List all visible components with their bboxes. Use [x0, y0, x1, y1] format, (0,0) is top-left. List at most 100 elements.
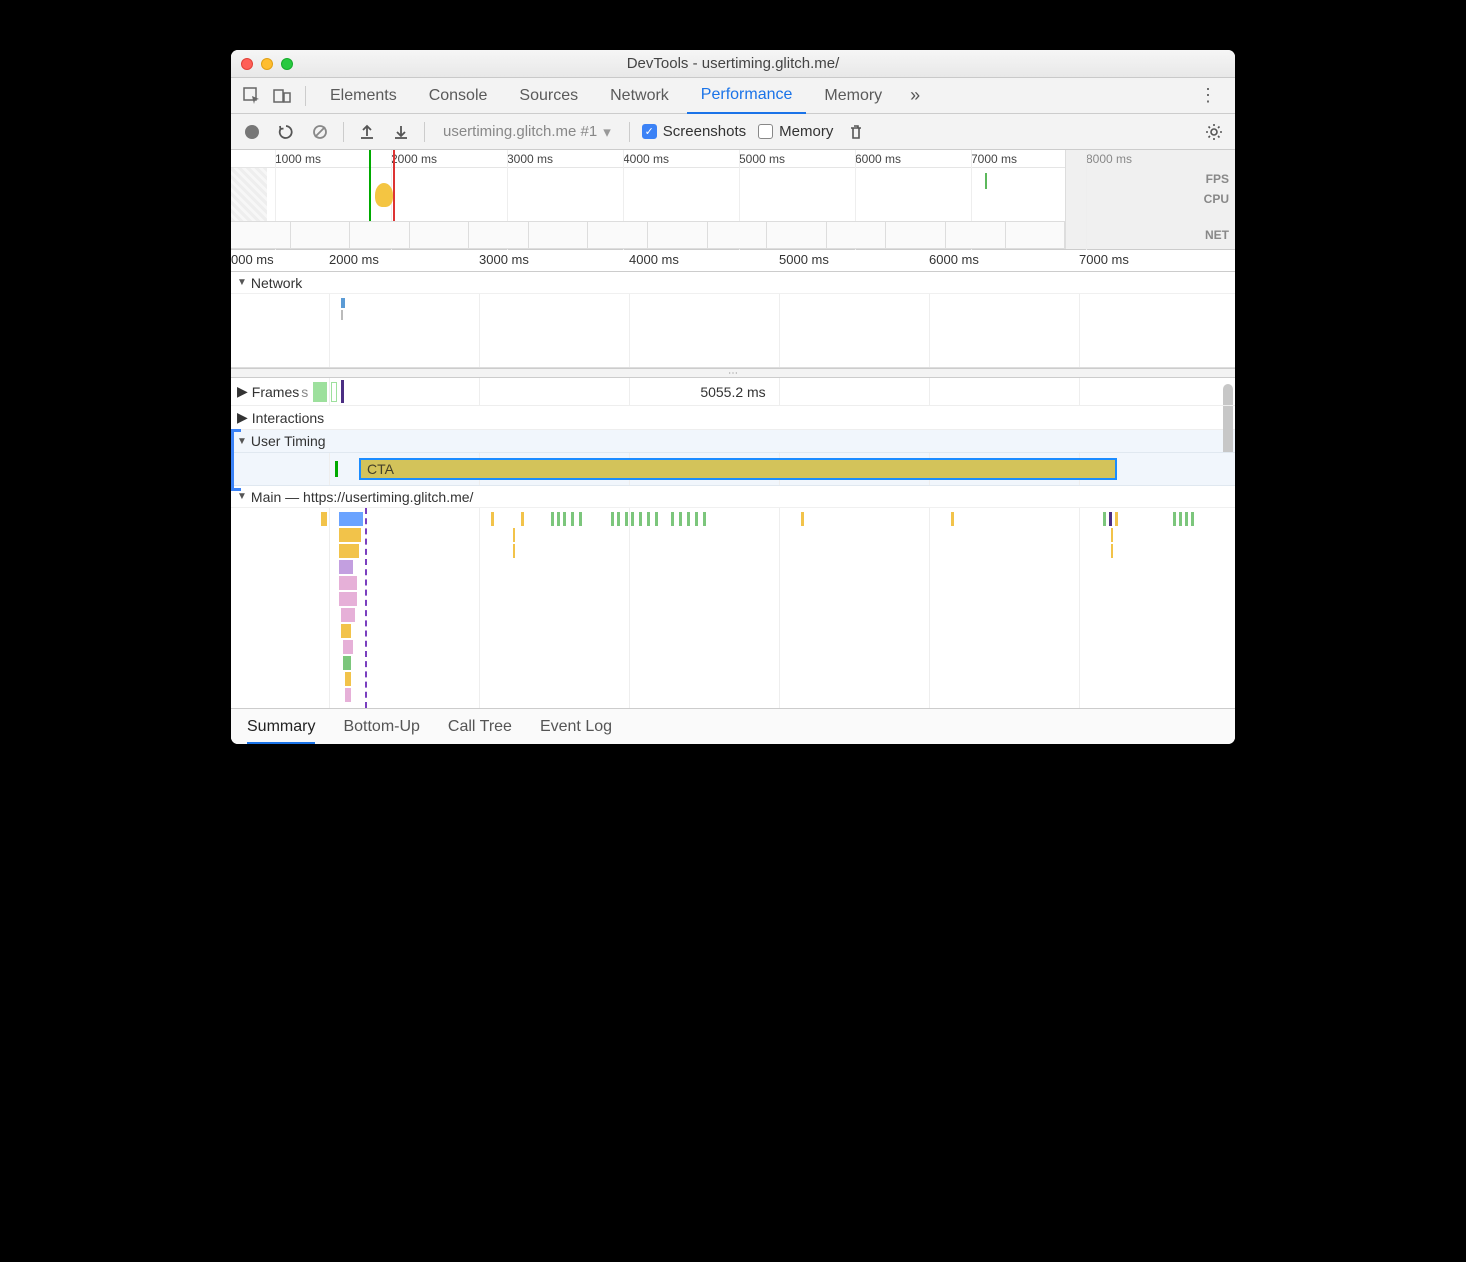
flame-event[interactable] [617, 512, 620, 526]
flame-event[interactable] [611, 512, 614, 526]
user-timing-track[interactable]: CTA [231, 452, 1235, 486]
tab-event-log[interactable]: Event Log [540, 709, 612, 745]
tab-memory[interactable]: Memory [810, 78, 896, 114]
flame-event[interactable] [339, 512, 363, 526]
clear-button[interactable] [309, 121, 331, 143]
flame-event[interactable] [339, 560, 353, 574]
flame-event[interactable] [343, 640, 353, 654]
flame-event[interactable] [679, 512, 682, 526]
devtools-menu-icon[interactable]: ⋮ [1189, 85, 1227, 106]
film-thumb[interactable] [349, 221, 410, 249]
flame-event[interactable] [801, 512, 804, 526]
film-thumb[interactable] [826, 221, 887, 249]
film-thumb[interactable] [587, 221, 648, 249]
flame-event[interactable] [551, 512, 554, 526]
timeline-overview[interactable]: 1000 ms 2000 ms 3000 ms 4000 ms 5000 ms … [231, 150, 1235, 250]
memory-checkbox[interactable]: Memory [758, 123, 833, 140]
load-profile-button[interactable] [356, 121, 378, 143]
flame-event[interactable] [1115, 512, 1118, 526]
tab-bottom-up[interactable]: Bottom-Up [343, 709, 419, 745]
flame-event[interactable] [951, 512, 954, 526]
flame-event[interactable] [1103, 512, 1106, 526]
network-request-bar[interactable] [341, 310, 343, 320]
user-timing-cta-bar[interactable]: CTA [359, 458, 1117, 480]
film-thumb[interactable] [945, 221, 1006, 249]
flame-event[interactable] [513, 544, 515, 558]
flame-event[interactable] [1111, 528, 1113, 542]
film-thumb[interactable] [290, 221, 351, 249]
tab-call-tree[interactable]: Call Tree [448, 709, 512, 745]
tab-network[interactable]: Network [596, 78, 683, 114]
flame-event[interactable] [343, 656, 351, 670]
film-thumb[interactable] [231, 221, 291, 249]
flame-event[interactable] [1111, 544, 1113, 558]
flame-event[interactable] [339, 592, 357, 606]
flame-event[interactable] [1185, 512, 1188, 526]
flame-event[interactable] [341, 608, 355, 622]
more-tabs-button[interactable]: » [900, 85, 930, 106]
frame-bar[interactable] [313, 382, 327, 402]
pane-splitter[interactable]: ⋯ [231, 368, 1235, 378]
flame-event[interactable] [579, 512, 582, 526]
save-profile-button[interactable] [390, 121, 412, 143]
flame-event[interactable] [513, 528, 515, 542]
tab-sources[interactable]: Sources [505, 78, 592, 114]
film-thumb[interactable] [468, 221, 529, 249]
film-thumb[interactable] [1005, 221, 1066, 249]
device-toolbar-icon[interactable] [269, 83, 295, 109]
screenshots-checkbox[interactable]: ✓ Screenshots [642, 123, 746, 140]
flame-event[interactable] [557, 512, 560, 526]
flame-event[interactable] [1191, 512, 1194, 526]
flame-event[interactable] [341, 624, 351, 638]
screenshot-filmstrip[interactable] [231, 221, 1065, 249]
flame-event[interactable] [687, 512, 690, 526]
collect-garbage-button[interactable] [845, 121, 867, 143]
frame-bar[interactable] [331, 382, 337, 402]
frames-track[interactable]: ▶ Framess 5055.2 ms [231, 378, 1235, 406]
network-request-bar[interactable] [341, 298, 345, 308]
flame-event[interactable] [625, 512, 628, 526]
flame-event[interactable] [339, 528, 361, 542]
flame-event[interactable] [339, 576, 357, 590]
tab-performance[interactable]: Performance [687, 78, 807, 114]
flame-event[interactable] [563, 512, 566, 526]
flame-event[interactable] [491, 512, 494, 526]
flame-event[interactable] [521, 512, 524, 526]
flame-event[interactable] [631, 512, 634, 526]
tab-console[interactable]: Console [415, 78, 502, 114]
network-track-header[interactable]: ▼ Network [231, 272, 1235, 294]
interactions-track[interactable]: ▶ Interactions [231, 406, 1235, 430]
recording-select[interactable]: usertiming.glitch.me #1 ▾ [437, 123, 617, 141]
network-track-body[interactable] [231, 294, 1235, 368]
main-thread-flamegraph[interactable] [231, 508, 1235, 708]
film-thumb[interactable] [707, 221, 768, 249]
film-thumb[interactable] [766, 221, 827, 249]
film-thumb[interactable] [409, 221, 470, 249]
flame-event[interactable] [1173, 512, 1176, 526]
main-thread-header[interactable]: ▼ Main — https://usertiming.glitch.me/ [231, 486, 1235, 508]
film-thumb[interactable] [647, 221, 708, 249]
timing-mark[interactable] [335, 461, 338, 477]
user-timing-header[interactable]: ▼ User Timing [231, 430, 1235, 452]
flame-event[interactable] [671, 512, 674, 526]
flame-event[interactable] [345, 688, 351, 702]
flame-event[interactable] [321, 512, 327, 526]
tab-elements[interactable]: Elements [316, 78, 411, 114]
flame-event[interactable] [639, 512, 642, 526]
capture-settings-button[interactable] [1203, 121, 1225, 143]
tab-summary[interactable]: Summary [247, 709, 315, 745]
flame-event[interactable] [571, 512, 574, 526]
inspect-element-icon[interactable] [239, 83, 265, 109]
flame-event[interactable] [695, 512, 698, 526]
flame-event[interactable] [339, 544, 359, 558]
flame-event[interactable] [703, 512, 706, 526]
film-thumb[interactable] [885, 221, 946, 249]
flame-event[interactable] [345, 672, 351, 686]
flame-event[interactable] [1109, 512, 1112, 526]
flame-event[interactable] [1179, 512, 1182, 526]
flame-event[interactable] [655, 512, 658, 526]
film-thumb[interactable] [528, 221, 589, 249]
flame-event[interactable] [647, 512, 650, 526]
record-button[interactable] [241, 121, 263, 143]
main-ruler[interactable]: 000 ms 2000 ms 3000 ms 4000 ms 5000 ms 6… [231, 250, 1235, 272]
